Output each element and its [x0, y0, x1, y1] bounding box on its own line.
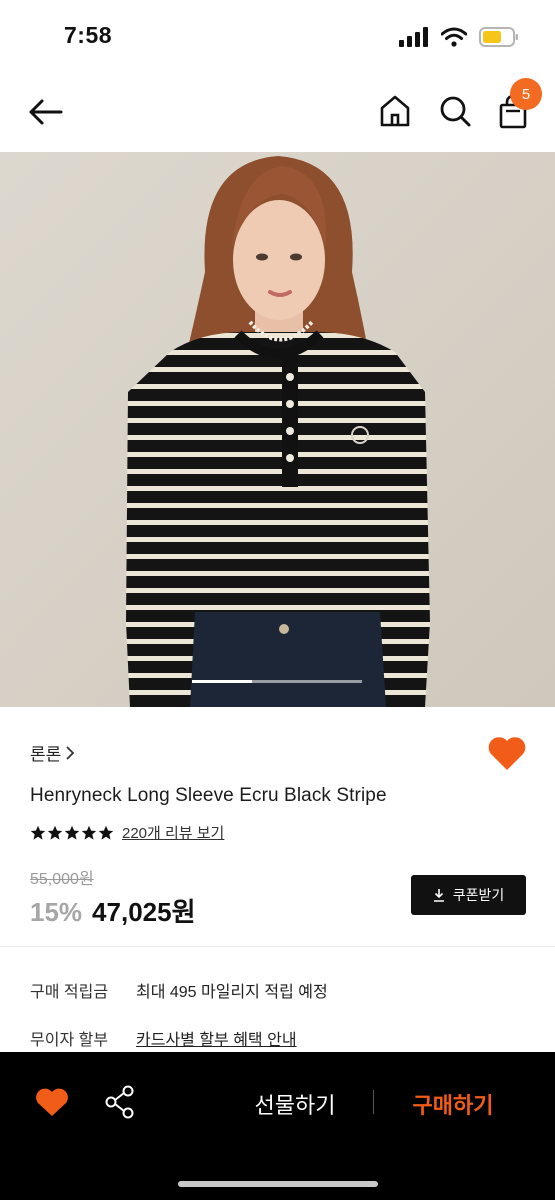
- status-bar: 7:58: [0, 0, 555, 72]
- search-button[interactable]: [436, 92, 474, 130]
- installment-label: 무이자 할부: [30, 1032, 109, 1049]
- installment-row: 무이자 할부 카드사별 할부 혜택 안내: [30, 1026, 297, 1050]
- installment-info-link[interactable]: 카드사별 할부 혜택 안내: [136, 1026, 297, 1050]
- price-row: 15% 47,025원: [30, 892, 196, 929]
- battery-icon: [479, 27, 518, 47]
- star-icon: [64, 825, 80, 840]
- discount-rate: 15%: [30, 897, 83, 927]
- product-title: Henryneck Long Sleeve Ecru Black Stripe: [30, 785, 387, 806]
- bottom-action-bar: 선물하기 구매하기: [0, 1052, 555, 1200]
- star-icon: [47, 825, 63, 840]
- coupon-label: 쿠폰받기: [452, 887, 505, 903]
- original-price: 55,000원: [30, 871, 94, 888]
- status-icons: [399, 26, 519, 48]
- gift-button[interactable]: 선물하기: [230, 1088, 360, 1120]
- brand-name: 론론: [30, 745, 62, 764]
- review-link[interactable]: 220개 리뷰 보기: [122, 822, 224, 843]
- product-image[interactable]: [0, 152, 555, 707]
- star-icon: [81, 825, 97, 840]
- star-icon: [98, 825, 114, 840]
- back-button[interactable]: [26, 92, 66, 132]
- home-button[interactable]: [376, 92, 414, 130]
- home-icon: [380, 95, 410, 127]
- heart-icon: [488, 737, 526, 770]
- wishlist-button[interactable]: [486, 734, 528, 774]
- cart-count-badge: 5: [510, 78, 542, 110]
- signal-icon: [399, 27, 428, 47]
- rating-row: 220개 리뷰 보기: [30, 822, 224, 843]
- points-label: 구매 적립금: [30, 984, 109, 1001]
- search-icon: [440, 96, 471, 127]
- sale-price: 47,025원: [92, 897, 196, 927]
- top-nav-bar: [0, 72, 555, 152]
- points-value: 최대 495 마일리지 적립 예정: [136, 984, 328, 1001]
- bottom-wishlist-button[interactable]: [34, 1086, 70, 1118]
- rating-stars: [30, 825, 114, 841]
- home-indicator: [178, 1181, 378, 1187]
- bottom-bar-separator: [373, 1090, 374, 1114]
- share-icon: [105, 1085, 134, 1119]
- back-arrow-icon: [29, 99, 63, 125]
- model-photo: [0, 152, 555, 707]
- section-divider: [0, 946, 555, 947]
- points-row: 구매 적립금 최대 495 마일리지 적립 예정: [30, 978, 328, 1002]
- image-scroll-indicator-fill: [192, 680, 252, 683]
- image-scroll-indicator: [192, 680, 362, 683]
- brand-link[interactable]: 론론: [30, 740, 75, 765]
- wifi-icon: [441, 27, 467, 47]
- heart-icon: [36, 1088, 68, 1116]
- coupon-button[interactable]: 쿠폰받기: [411, 875, 526, 915]
- status-time: 7:58: [64, 22, 113, 48]
- share-button[interactable]: [104, 1084, 136, 1120]
- star-icon: [30, 825, 46, 840]
- chevron-right-icon: [66, 745, 75, 760]
- download-icon: [433, 889, 444, 902]
- buy-button[interactable]: 구매하기: [390, 1088, 516, 1120]
